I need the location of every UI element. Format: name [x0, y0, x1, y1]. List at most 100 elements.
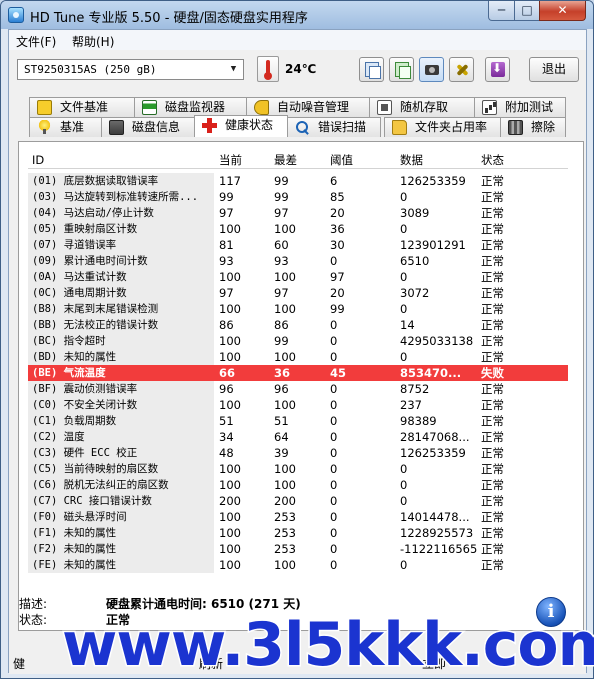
maximize-button[interactable]: □ — [514, 1, 540, 21]
table-row[interactable]: (09) 累计通电时间计数 93 93 0 6510 正常 — [28, 253, 568, 269]
header-status[interactable]: 状态 — [481, 151, 541, 169]
table-row[interactable]: (05) 重映射扇区计数 100 100 36 0 正常 — [28, 221, 568, 237]
current-value: 100 — [219, 478, 241, 492]
extra-tests-icon — [482, 100, 497, 115]
tab-label: 错误扫描 — [318, 120, 367, 134]
current-value: 86 — [219, 318, 234, 332]
table-header: ID 当前 最差 阈值 数据 状态 — [28, 151, 568, 169]
table-row[interactable]: (C6) 脱机无法纠正的扇区数 100 100 0 0 正常 — [28, 477, 568, 493]
table-row[interactable]: (BF) 震动侦测错误率 96 96 0 8752 正常 — [28, 381, 568, 397]
save-button[interactable] — [485, 57, 510, 82]
threshold-value: 0 — [330, 318, 338, 332]
threshold-value: 36 — [330, 222, 345, 236]
tab-disk-info[interactable]: 磁盘信息 — [101, 117, 195, 137]
worst-value: 200 — [274, 494, 296, 508]
table-row[interactable]: (F2) 未知的属性 100 253 0 -1122116565 正常 — [28, 541, 568, 557]
worst-value: 100 — [274, 462, 296, 476]
toolbar: ST9250315AS (250 gB) ▼ 24℃ 退出 — [9, 50, 586, 90]
raw-data-value: 28147068... — [400, 430, 470, 444]
worst-value: 39 — [274, 446, 289, 460]
tab-disk-monitor[interactable]: 磁盘监视器 — [134, 97, 247, 117]
table-row[interactable]: (BC) 指令超时 100 99 0 4295033138 正常 — [28, 333, 568, 349]
table-row[interactable]: (C5) 当前待映射的扇区数 100 100 0 0 正常 — [28, 461, 568, 477]
drive-select[interactable]: ST9250315AS (250 gB) ▼ — [17, 59, 244, 80]
worst-value: 100 — [274, 270, 296, 284]
table-row[interactable]: (F1) 未知的属性 100 253 0 1228925573 正常 — [28, 525, 568, 541]
status-value: 正常 — [481, 318, 504, 332]
table-row[interactable]: (F0) 磁头悬浮时间 100 253 0 14014478... 正常 — [28, 509, 568, 525]
worst-value: 100 — [274, 302, 296, 316]
table-row[interactable]: (03) 马达旋转到标准转速所需... 99 99 85 0 正常 — [28, 189, 568, 205]
title-bar[interactable]: HD Tune 专业版 5.50 - 硬盘/固态硬盘实用程序 ─ □ ✕ — [1, 1, 593, 29]
table-row[interactable]: (C0) 不安全关闭计数 100 100 0 237 正常 — [28, 397, 568, 413]
menu-file[interactable]: 文件(F) — [16, 33, 56, 50]
attribute-name: (FE) 未知的属性 — [32, 559, 117, 571]
threshold-value: 20 — [330, 206, 345, 220]
copy-text-button[interactable] — [359, 57, 384, 82]
clipboard-icon — [395, 62, 411, 79]
header-current[interactable]: 当前 — [219, 151, 271, 169]
threshold-value: 0 — [330, 478, 338, 492]
table-row[interactable]: (0C) 通电周期计数 97 97 20 3072 正常 — [28, 285, 568, 301]
table-row[interactable]: (C3) 硬件 ECC 校正 48 39 0 126253359 正常 — [28, 445, 568, 461]
tab-erase[interactable]: 擦除 — [500, 117, 566, 137]
close-button[interactable]: ✕ — [539, 1, 586, 21]
health-panel: ID 当前 最差 阈值 数据 状态 (01) 底层数据读取错误率 117 99 6 12… — [18, 141, 584, 631]
exit-button[interactable]: 退出 — [529, 57, 579, 82]
tab-file-benchmark[interactable]: 文件基准 — [29, 97, 135, 117]
tab-health[interactable]: 健康状态 — [194, 115, 288, 137]
tab-aam[interactable]: 自动噪音管理 — [246, 97, 370, 117]
tab-error-scan[interactable]: 错误扫描 — [287, 117, 381, 137]
table-row[interactable]: (C7) CRC 接口错误计数 200 200 0 0 正常 — [28, 493, 568, 509]
watermark-text: www.3l5kkk.com — [60, 610, 594, 679]
table-row[interactable]: (04) 马达启动/停止计数 97 97 20 3089 正常 — [28, 205, 568, 221]
status-value: 正常 — [481, 302, 504, 316]
raw-data-value: 126253359 — [400, 446, 466, 460]
status-label: 状态: — [19, 613, 48, 627]
screenshot-button[interactable] — [419, 57, 444, 82]
tab-benchmark[interactable]: 基准 — [29, 117, 102, 137]
threshold-value: 99 — [330, 302, 345, 316]
table-row[interactable]: (BD) 未知的属性 100 100 0 0 正常 — [28, 349, 568, 365]
table-row[interactable]: (FE) 未知的属性 100 100 0 0 正常 — [28, 557, 568, 573]
current-value: 100 — [219, 222, 241, 236]
header-id[interactable]: ID — [32, 151, 214, 169]
options-button[interactable] — [449, 57, 474, 82]
tab-random-access[interactable]: 随机存取 — [369, 97, 475, 117]
status-value: 正常 — [481, 270, 504, 284]
table-row[interactable]: (C2) 温度 34 64 0 28147068... 正常 — [28, 429, 568, 445]
header-data[interactable]: 数据 — [400, 151, 481, 169]
status-value: 失败 — [481, 366, 504, 380]
header-worst[interactable]: 最差 — [274, 151, 330, 169]
current-value: 100 — [219, 350, 241, 364]
status-value: 正常 — [481, 446, 504, 460]
copy-clipboard-button[interactable] — [389, 57, 414, 82]
status-value: 正常 — [481, 494, 504, 508]
tab-extra-tests[interactable]: 附加测试 — [474, 97, 566, 117]
table-row[interactable]: (0A) 马达重试计数 100 100 97 0 正常 — [28, 269, 568, 285]
table-row[interactable]: (C1) 负载周期数 51 51 0 98389 正常 — [28, 413, 568, 429]
table-row[interactable]: (BB) 无法校正的错误计数 86 86 0 14 正常 — [28, 317, 568, 333]
current-value: 100 — [219, 542, 241, 556]
current-value: 81 — [219, 238, 234, 252]
status-value: 正常 — [481, 174, 504, 188]
status-value: 正常 — [481, 510, 504, 524]
table-row[interactable]: (B8) 末尾到末尾错误检测 100 100 99 0 正常 — [28, 301, 568, 317]
current-value: 100 — [219, 270, 241, 284]
chevron-down-icon[interactable]: ▼ — [225, 61, 242, 78]
threshold-value: 0 — [330, 398, 338, 412]
table-row[interactable]: (01) 底层数据读取错误率 117 99 6 126253359 正常 — [28, 173, 568, 189]
header-threshold[interactable]: 阈值 — [330, 151, 400, 169]
tab-label: 随机存取 — [400, 100, 449, 114]
temperature-readout: 24℃ — [285, 62, 317, 76]
raw-data-value: 1228925573 — [400, 526, 474, 540]
raw-data-value: -1122116565 — [400, 542, 478, 556]
tab-folder-usage[interactable]: 文件夹占用率 — [384, 117, 501, 137]
monitor-icon — [142, 100, 157, 115]
tab-label: 附加测试 — [505, 100, 554, 114]
table-row[interactable]: (07) 寻道错误率 81 60 30 123901291 正常 — [28, 237, 568, 253]
minimize-button[interactable]: ─ — [488, 1, 515, 21]
table-row-failed[interactable]: (BE) 气流温度 66 36 45 853470... 失败 — [28, 365, 568, 381]
menu-help[interactable]: 帮助(H) — [72, 33, 114, 50]
raw-data-value: 0 — [400, 558, 408, 572]
